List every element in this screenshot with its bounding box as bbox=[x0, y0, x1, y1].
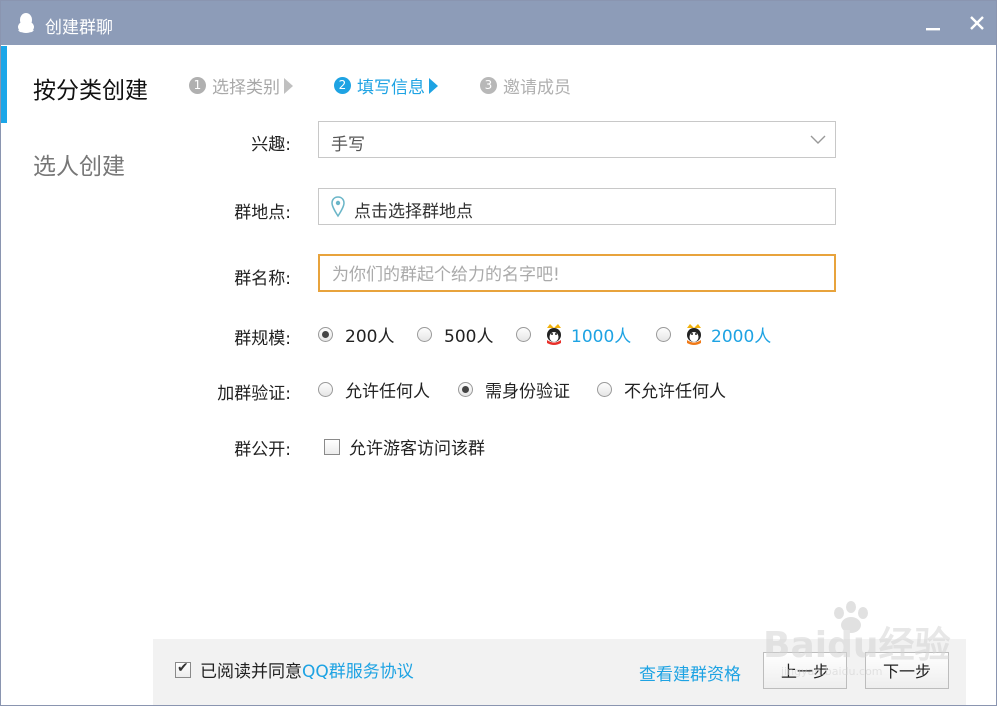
step-arrow-icon bbox=[284, 77, 293, 94]
radio-button[interactable] bbox=[318, 382, 333, 397]
allow-visitors-option[interactable]: 允许游客访问该群 bbox=[324, 434, 485, 459]
create-group-dialog: 创建群聊 按分类创建 选人创建 1 选择类别 2 填写信息 3 邀请成员 兴趣:… bbox=[0, 0, 997, 706]
verify-option-deny-all[interactable]: 不允许任何人 bbox=[597, 377, 726, 402]
radio-button[interactable] bbox=[458, 382, 473, 397]
size-option-label: 2000人 bbox=[711, 327, 772, 347]
vip-penguin-icon bbox=[687, 323, 701, 345]
allow-visitors-checkbox[interactable] bbox=[324, 438, 340, 455]
location-label: 群地点: bbox=[234, 203, 291, 223]
agreement-checkbox[interactable] bbox=[175, 660, 191, 678]
step-arrow-icon bbox=[429, 77, 438, 94]
location-picker[interactable]: 点击选择群地点 bbox=[318, 188, 836, 225]
location-pin-icon bbox=[331, 196, 345, 218]
agreement-text: 已阅读并同意 bbox=[200, 662, 302, 682]
allow-visitors-label: 允许游客访问该群 bbox=[349, 439, 485, 459]
radio-button[interactable] bbox=[656, 327, 671, 342]
chevron-down-icon bbox=[810, 135, 826, 144]
size-option-label: 200人 bbox=[345, 327, 395, 347]
step-number: 3 bbox=[480, 77, 497, 94]
view-qualification-link[interactable]: 查看建群资格 bbox=[639, 660, 741, 685]
verify-option-label: 允许任何人 bbox=[345, 382, 430, 402]
interest-label: 兴趣: bbox=[251, 135, 291, 155]
window-title: 创建群聊 bbox=[45, 18, 113, 38]
step-number: 1 bbox=[189, 77, 206, 94]
size-option-500[interactable]: 500人 bbox=[417, 322, 493, 347]
group-name-label: 群名称: bbox=[234, 269, 291, 289]
sidebar-active-indicator bbox=[1, 46, 7, 123]
verify-option-label: 需身份验证 bbox=[485, 382, 570, 402]
title-bar[interactable]: 创建群聊 bbox=[1, 1, 996, 45]
verify-option-label: 不允许任何人 bbox=[624, 382, 726, 402]
service-agreement-link[interactable]: QQ群服务协议 bbox=[302, 657, 414, 682]
group-name-input[interactable] bbox=[330, 262, 824, 288]
group-name-field bbox=[318, 254, 836, 292]
step-label: 填写信息 bbox=[357, 78, 425, 98]
join-verify-options: 允许任何人 需身份验证 不允许任何人 bbox=[318, 377, 838, 403]
step-label: 邀请成员 bbox=[503, 78, 571, 98]
group-size-options: 200人 500人 1000人 2000人 bbox=[318, 322, 838, 348]
join-verify-label: 加群验证: bbox=[217, 384, 291, 404]
radio-button[interactable] bbox=[417, 327, 432, 342]
interest-value: 手写 bbox=[331, 135, 365, 155]
minimize-icon[interactable] bbox=[919, 9, 947, 37]
watermark-subtext: jingyan.baidu.com bbox=[780, 665, 883, 678]
watermark-text: Baidu经验 bbox=[763, 625, 950, 666]
interest-select[interactable]: 手写 bbox=[318, 121, 836, 158]
radio-button[interactable] bbox=[318, 327, 333, 342]
vip-penguin-icon bbox=[547, 323, 561, 345]
verify-option-identity[interactable]: 需身份验证 bbox=[458, 377, 570, 402]
size-option-2000[interactable]: 2000人 bbox=[656, 322, 771, 347]
step-fill-info: 2 填写信息 bbox=[334, 73, 438, 98]
size-option-200[interactable]: 200人 bbox=[318, 322, 394, 347]
agreement-row: 已阅读并同意 QQ群服务协议 bbox=[175, 657, 414, 682]
baidu-watermark-logo: Baidu经验 jingyan.baidu.com bbox=[763, 601, 950, 678]
step-number: 2 bbox=[334, 77, 351, 94]
step-select-category: 1 选择类别 bbox=[189, 73, 293, 98]
step-invite-members: 3 邀请成员 bbox=[480, 73, 571, 98]
size-option-label: 1000人 bbox=[571, 327, 632, 347]
size-option-1000[interactable]: 1000人 bbox=[516, 322, 631, 347]
radio-button[interactable] bbox=[597, 382, 612, 397]
qq-penguin-icon bbox=[18, 13, 34, 33]
size-option-label: 500人 bbox=[444, 327, 494, 347]
sidebar-item-category-create[interactable]: 按分类创建 bbox=[33, 71, 148, 105]
close-icon[interactable] bbox=[963, 9, 991, 37]
verify-option-allow-all[interactable]: 允许任何人 bbox=[318, 377, 430, 402]
step-label: 选择类别 bbox=[212, 78, 280, 98]
radio-button[interactable] bbox=[516, 327, 531, 342]
location-value: 点击选择群地点 bbox=[354, 202, 473, 222]
group-public-label: 群公开: bbox=[234, 440, 291, 460]
group-size-label: 群规模: bbox=[234, 329, 291, 349]
